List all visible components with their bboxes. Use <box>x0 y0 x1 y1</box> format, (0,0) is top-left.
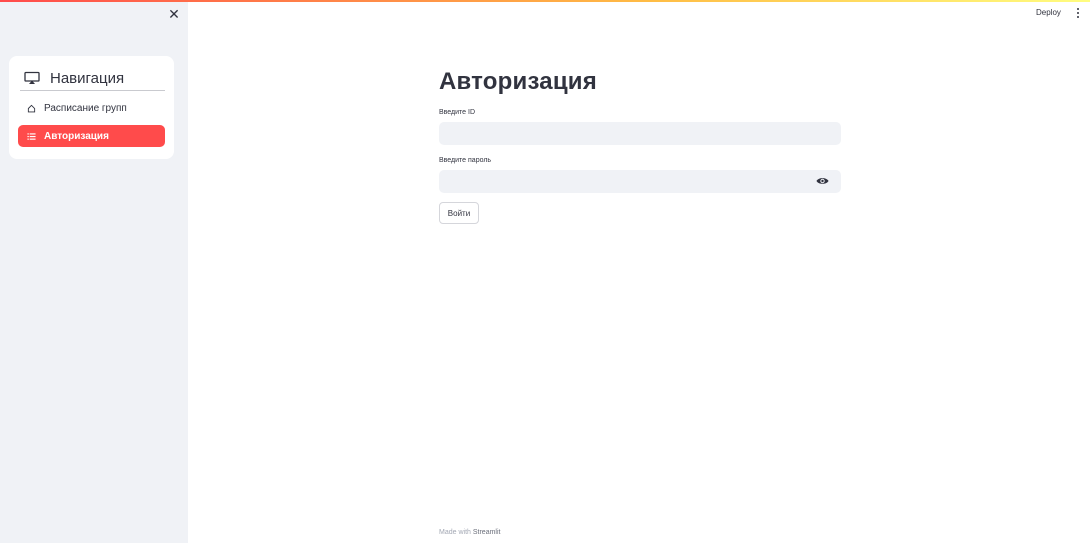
password-input[interactable] <box>439 170 841 193</box>
nav-header: Навигация <box>24 66 164 90</box>
id-field-label: Введите ID <box>439 109 476 116</box>
streamlit-link[interactable]: Streamlit <box>473 529 501 536</box>
sidebar-item-label: Расписание групп <box>44 102 127 114</box>
list-icon <box>27 132 36 141</box>
password-field-label: Введите пароль <box>439 157 492 164</box>
nav-divider <box>20 90 165 91</box>
sidebar-item-schedule[interactable]: Расписание групп <box>18 97 165 119</box>
main-menu-icon[interactable] <box>1075 7 1081 19</box>
house-icon <box>27 104 36 113</box>
sidebar-item-label: Авторизация <box>44 130 109 142</box>
footer-prefix: Made with <box>439 529 473 536</box>
nav-title: Навигация <box>50 69 125 87</box>
deploy-button[interactable]: Deploy <box>1036 8 1061 17</box>
close-icon[interactable]: ✕ <box>167 7 181 21</box>
show-password-eye-icon[interactable] <box>816 176 829 186</box>
sidebar-item-authorization[interactable]: Авторизация <box>18 125 165 147</box>
monitor-icon <box>24 71 40 85</box>
footer: Made with Streamlit <box>439 529 500 536</box>
page-title: Авторизация <box>439 68 597 95</box>
sidebar: ✕ Навигация Расписание групп Авторизация <box>0 0 188 543</box>
navigation-menu: Навигация Расписание групп Авторизация <box>9 56 174 159</box>
login-button[interactable]: Войти <box>439 202 479 224</box>
id-input[interactable] <box>439 122 841 145</box>
header-decoration-bar <box>0 0 1090 2</box>
